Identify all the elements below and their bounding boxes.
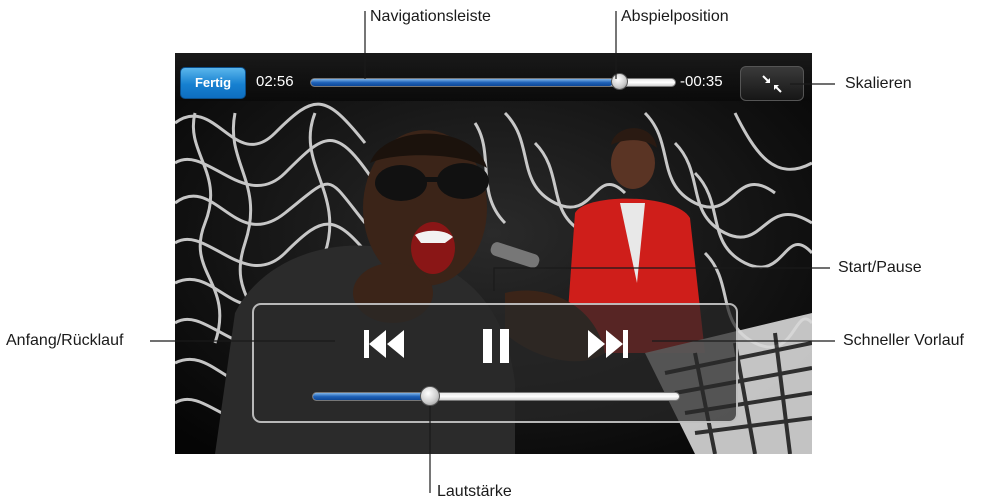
callout-scale: Skalieren [845,75,912,92]
callout-volume: Lautstärke [437,483,512,500]
callout-previous: Anfang/Rücklauf [6,332,124,349]
callout-fast-forward: Schneller Vorlauf [843,332,964,349]
callout-navigation-bar: Navigationsleiste [370,8,491,25]
callout-lines [150,11,835,493]
callout-playhead: Abspielposition [621,8,729,25]
callout-play-pause: Start/Pause [838,259,922,276]
